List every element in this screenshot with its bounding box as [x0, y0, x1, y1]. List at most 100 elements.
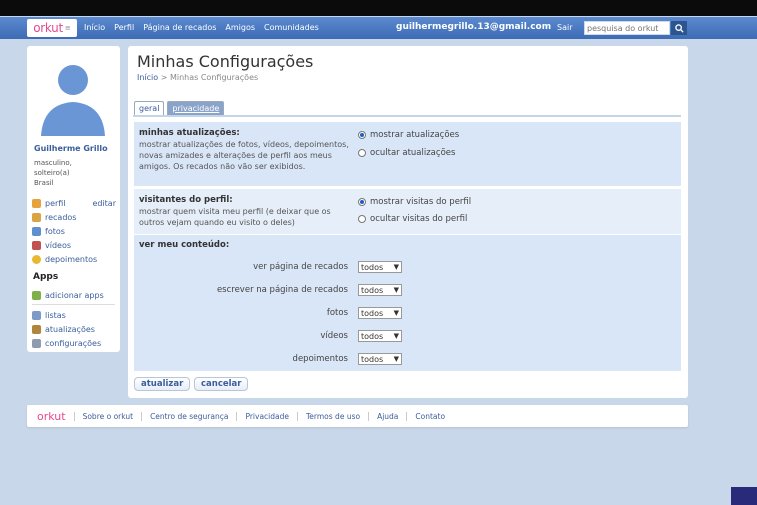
sidebar-item-perfil[interactable]: perfil editar	[32, 196, 116, 210]
radio-empty-icon	[358, 215, 366, 223]
page-title: Minhas Configurações	[137, 52, 314, 71]
cancel-button[interactable]: cancelar	[194, 377, 249, 391]
save-button[interactable]: atualizar	[134, 377, 191, 391]
nav-inicio[interactable]: Início	[84, 23, 105, 32]
chevron-down-icon: ▼	[393, 309, 399, 317]
updates-icon	[32, 324, 41, 334]
videos-label: vídeos	[320, 331, 348, 341]
breadcrumb-current: Minhas Configurações	[169, 73, 259, 82]
show-visitors-radio[interactable]: mostrar visitas do perfil	[358, 197, 471, 207]
add-apps-label: adicionar apps	[45, 290, 104, 300]
search-input[interactable]	[584, 21, 670, 35]
sidebar-item-label: atualizações	[45, 324, 95, 334]
sidebar-item-fotos[interactable]: fotos	[32, 224, 116, 238]
top-navigation-bar: orkut ≡ Início Perfil Página de recados …	[0, 17, 757, 39]
footer-link-about[interactable]: Sobre o orkut	[73, 411, 141, 421]
nav-amigos[interactable]: Amigos	[225, 23, 255, 32]
nav-recados[interactable]: Página de recados	[143, 23, 216, 32]
hide-visitors-label: ocultar visitas do perfil	[370, 214, 468, 224]
scrapbook-view-label: ver página de recados	[253, 262, 348, 272]
breadcrumb-separator: >	[160, 73, 168, 82]
select-value: todos	[361, 285, 384, 295]
select-value: todos	[361, 308, 384, 318]
footer-link-terms[interactable]: Termos de uso	[297, 411, 368, 421]
sidebar-item-depoimentos[interactable]: depoimentos	[32, 252, 116, 266]
chevron-down-icon: ▼	[393, 332, 399, 340]
sidebar-item-videos[interactable]: vídeos	[32, 238, 116, 252]
logo-text: orkut	[33, 21, 63, 35]
photos-label: fotos	[326, 308, 348, 318]
footer-link-contact[interactable]: Contato	[406, 411, 453, 421]
radio-selected-icon	[358, 131, 366, 139]
sidebar-item-label: listas	[45, 310, 66, 320]
scrapbook-write-label: escrever na página de recados	[216, 285, 348, 295]
footer-link-privacy[interactable]: Privacidade	[236, 411, 297, 421]
footer-logo[interactable]: orkut	[37, 410, 66, 423]
scrapbook-write-select[interactable]: todos ▼	[358, 284, 402, 296]
visitors-title: visitantes do perfil:	[139, 195, 233, 205]
testimonial-icon	[32, 254, 41, 264]
visitors-section: visitantes do perfil: mostrar quem visit…	[134, 189, 681, 234]
scrapbook-view-select[interactable]: todos ▼	[358, 261, 402, 273]
secondary-menu: listas atualizações configurações	[32, 308, 101, 350]
content-visibility-section: ver meu conteúdo: ver página de recados …	[134, 235, 681, 371]
sidebar-item-configuracoes[interactable]: configurações	[32, 336, 101, 350]
breadcrumb-home[interactable]: Início	[137, 73, 158, 82]
photos-select[interactable]: todos ▼	[358, 307, 402, 319]
profile-status: solteiro(a)	[34, 169, 70, 177]
search-icon	[674, 23, 684, 33]
testimonials-label: depoimentos	[292, 354, 348, 364]
nav-comunidades[interactable]: Comunidades	[264, 23, 319, 32]
nav-perfil[interactable]: Perfil	[114, 23, 134, 32]
sidebar-item-label: configurações	[45, 338, 102, 348]
main-nav: Início Perfil Página de recados Amigos C…	[84, 23, 319, 32]
videos-select[interactable]: todos ▼	[358, 330, 402, 342]
tab-underline	[133, 115, 681, 117]
logout-link[interactable]: Sair	[557, 23, 573, 32]
hide-updates-label: ocultar atualizações	[370, 148, 456, 158]
hide-updates-radio[interactable]: ocultar atualizações	[358, 148, 455, 158]
hide-visitors-radio[interactable]: ocultar visitas do perfil	[358, 214, 467, 224]
settings-icon	[32, 338, 41, 348]
show-updates-label: mostrar atualizações	[370, 130, 460, 140]
sidebar-item-listas[interactable]: listas	[32, 308, 101, 322]
orkut-logo[interactable]: orkut ≡	[27, 19, 77, 37]
edit-profile-link[interactable]: editar	[92, 199, 116, 208]
profile-menu: perfil editar recados fotos vídeos depoi…	[32, 196, 116, 266]
radio-selected-icon	[358, 198, 366, 206]
video-icon	[32, 240, 41, 250]
menu-chevron-icon[interactable]: ≡	[65, 24, 71, 32]
updates-section: minhas atualizações: mostrar atualizaçõe…	[134, 122, 681, 186]
show-updates-radio[interactable]: mostrar atualizações	[358, 130, 459, 140]
select-value: todos	[361, 262, 384, 272]
chevron-down-icon: ▼	[393, 286, 399, 294]
updates-description: mostrar atualizações de fotos, vídeos, d…	[139, 140, 349, 171]
window-top-bar	[0, 0, 757, 16]
tab-privacidade[interactable]: privacidade	[167, 101, 225, 115]
add-apps-link[interactable]: adicionar apps	[32, 288, 104, 302]
profile-country: Brasil	[34, 179, 54, 187]
sidebar-item-recados[interactable]: recados	[32, 210, 116, 224]
sidebar-item-label: vídeos	[45, 240, 72, 250]
select-value: todos	[361, 331, 384, 341]
footer-link-help[interactable]: Ajuda	[368, 411, 406, 421]
show-visitors-label: mostrar visitas do perfil	[370, 197, 472, 207]
updates-title: minhas atualizações:	[139, 128, 240, 138]
settings-tabs: geral privacidade	[134, 101, 225, 115]
sidebar-item-label: fotos	[45, 226, 65, 236]
sidebar-item-atualizacoes[interactable]: atualizações	[32, 322, 101, 336]
avatar[interactable]	[33, 56, 113, 136]
testimonials-select[interactable]: todos ▼	[358, 353, 402, 365]
apps-section: adicionar apps	[32, 288, 104, 302]
footer-link-safety[interactable]: Centro de segurança	[141, 411, 236, 421]
list-icon	[32, 310, 41, 320]
corner-thumbnail	[731, 487, 757, 505]
search-button[interactable]	[671, 21, 687, 35]
profile-info: masculino, solteiro(a) Brasil	[34, 158, 72, 188]
sidebar-item-label: depoimentos	[45, 254, 98, 264]
visitors-description: mostrar quem visita meu perfil (e deixar…	[139, 207, 331, 227]
scrap-icon	[32, 212, 41, 222]
tab-geral[interactable]: geral	[134, 101, 165, 115]
user-icon	[32, 198, 41, 208]
profile-name[interactable]: Guilherme Grillo	[34, 144, 108, 153]
